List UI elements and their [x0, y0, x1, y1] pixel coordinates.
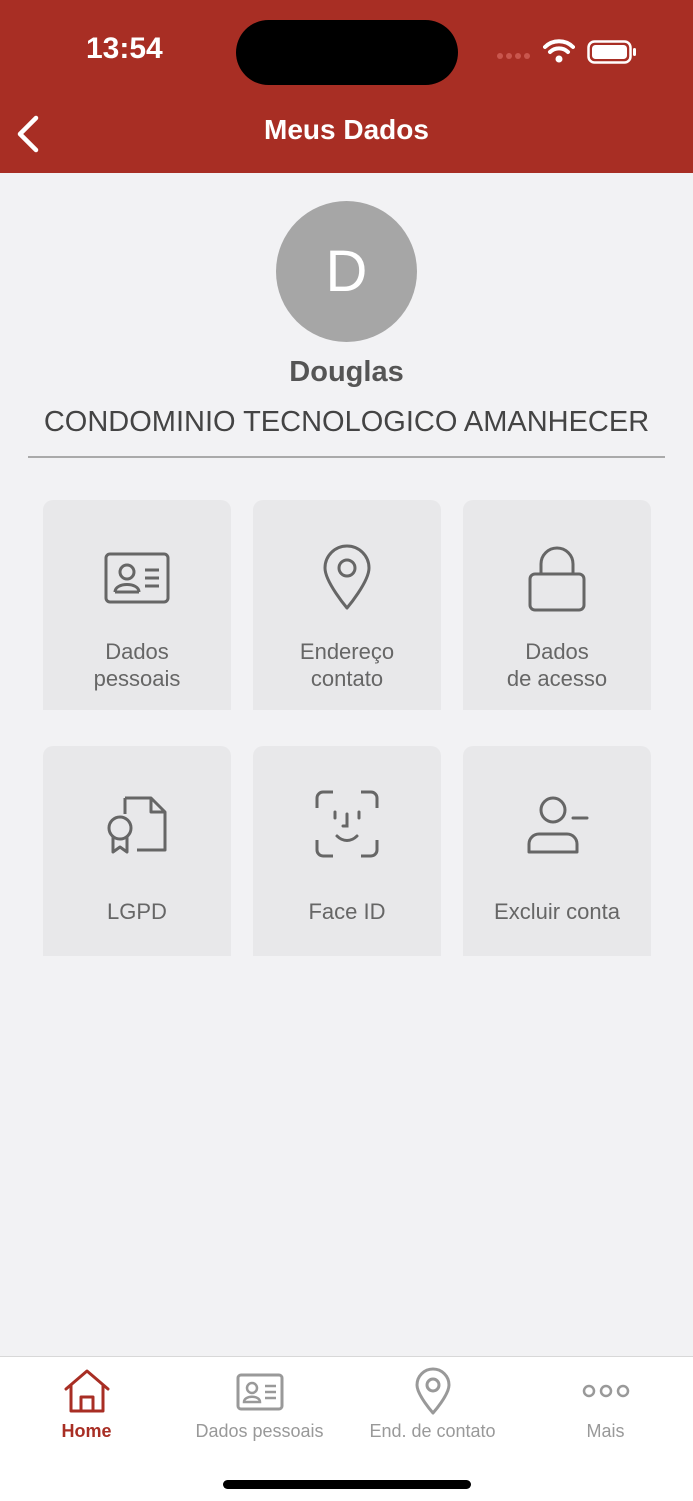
tile-label: Endereço contato: [299, 639, 395, 691]
divider: [28, 456, 665, 458]
condominium-name: CONDOMINIO TECNOLOGICO AMANHECER: [43, 406, 650, 438]
tile-face-id[interactable]: Face ID: [253, 746, 441, 956]
header-bar: 13:54 Meus Dados: [0, 0, 693, 173]
id-card-icon: [236, 1373, 284, 1411]
tile-contact-address[interactable]: Endereço contato: [253, 500, 441, 710]
home-indicator: [223, 1480, 471, 1489]
tab-label: End. de contato: [369, 1421, 496, 1441]
tile-label: LGPD: [107, 899, 167, 924]
certificate-document-icon: [107, 796, 167, 854]
id-card-icon: [104, 552, 170, 604]
tab-label: Home: [61, 1421, 112, 1441]
tab-contact-address[interactable]: End. de contato: [346, 1357, 519, 1457]
more-icon: [582, 1384, 630, 1398]
face-id-icon: [315, 790, 379, 858]
tile-lgpd[interactable]: LGPD: [43, 746, 231, 956]
tile-label: Face ID: [308, 899, 386, 924]
wifi-icon: [543, 39, 575, 63]
page-title: Meus Dados: [264, 114, 429, 145]
tile-delete-account[interactable]: Excluir conta: [463, 746, 651, 956]
tab-label: Mais: [586, 1421, 625, 1441]
lock-icon: [528, 546, 586, 612]
home-icon: [64, 1369, 110, 1413]
tile-label: Dados de acesso: [506, 639, 608, 691]
user-name: Douglas: [289, 356, 404, 388]
tile-personal-data[interactable]: Dados pessoais: [43, 500, 231, 710]
battery-icon: [587, 40, 636, 64]
user-remove-icon: [527, 796, 589, 854]
cellular-signal-icon: [497, 46, 533, 64]
tile-access-data[interactable]: Dados de acesso: [463, 500, 651, 710]
avatar: D: [276, 201, 417, 342]
tab-label: Dados pessoais: [195, 1421, 324, 1441]
tile-label: Dados pessoais: [93, 639, 181, 691]
dynamic-island: [236, 20, 458, 85]
tab-more[interactable]: Mais: [519, 1357, 692, 1457]
location-pin-icon: [323, 544, 371, 610]
tab-home[interactable]: Home: [0, 1357, 173, 1457]
location-pin-icon: [415, 1367, 451, 1415]
tile-label: Excluir conta: [494, 899, 620, 924]
status-time: 13:54: [86, 32, 163, 65]
tab-personal-data[interactable]: Dados pessoais: [173, 1357, 346, 1457]
